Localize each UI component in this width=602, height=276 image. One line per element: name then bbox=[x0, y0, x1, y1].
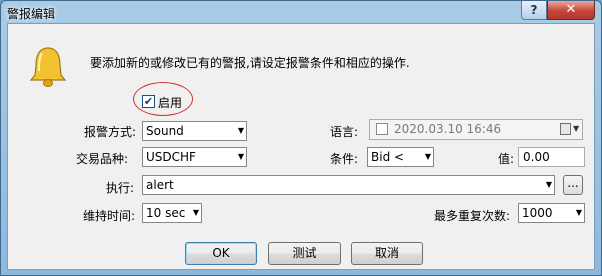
dialog-body: 要添加新的或修改已有的警报,请设定报警条件和相应的操作. ✔ 启用 报警方式: … bbox=[7, 23, 595, 270]
chevron-down-icon: ▼ bbox=[575, 208, 582, 217]
chevron-down-icon: ▼ bbox=[545, 180, 552, 189]
language-label: 语言: bbox=[330, 125, 359, 139]
symbol-select[interactable]: USDCHF ▼ bbox=[142, 147, 247, 167]
test-button[interactable]: 测试 bbox=[268, 242, 341, 265]
duration-select[interactable]: 10 sec ▼ bbox=[142, 203, 202, 223]
cancel-button[interactable]: 取消 bbox=[351, 242, 423, 265]
browse-button[interactable]: ... bbox=[563, 175, 583, 195]
bell-icon bbox=[29, 47, 67, 87]
date-time-value: 2020.03.10 16:46 bbox=[394, 122, 502, 136]
condition-label: 条件: bbox=[330, 152, 359, 166]
condition-value: Bid < bbox=[371, 150, 405, 164]
enable-label[interactable]: 启用 bbox=[158, 94, 182, 111]
chevron-down-icon: ▼ bbox=[424, 152, 431, 161]
chevron-down-icon[interactable]: ▼ bbox=[573, 120, 579, 138]
window-title: 警报编辑 bbox=[7, 7, 56, 21]
value-input[interactable]: 0.00 bbox=[518, 147, 585, 167]
execute-label: 执行: bbox=[106, 181, 135, 195]
intro-text: 要添加新的或修改已有的警报,请设定报警条件和相应的操作. bbox=[90, 56, 410, 70]
close-button[interactable]: ✕ bbox=[547, 1, 595, 20]
ok-button[interactable]: OK bbox=[185, 242, 257, 265]
alert-method-label: 报警方式: bbox=[84, 125, 137, 139]
duration-value: 10 sec bbox=[146, 206, 186, 220]
enable-checkbox[interactable]: ✔ bbox=[142, 95, 155, 108]
alert-edit-window: 警报编辑 ? ✕ 要添加新的或修改已有的警报,请设定报警条件和相应的操作. ✔ … bbox=[0, 0, 602, 276]
condition-select[interactable]: Bid < ▼ bbox=[367, 147, 434, 167]
symbol-value: USDCHF bbox=[146, 150, 196, 164]
chevron-down-icon: ▼ bbox=[237, 126, 244, 135]
alert-method-select[interactable]: Sound ▼ bbox=[142, 121, 247, 141]
max-repeats-value: 1000 bbox=[522, 206, 553, 220]
value-label: 值: bbox=[498, 152, 515, 166]
help-button[interactable]: ? bbox=[521, 1, 547, 20]
chevron-down-icon: ▼ bbox=[237, 152, 244, 161]
symbol-label: 交易品种: bbox=[76, 152, 129, 166]
execute-value: alert bbox=[146, 178, 174, 192]
chevron-down-icon: ▼ bbox=[192, 208, 199, 217]
date-time-picker[interactable]: 2020.03.10 16:46 ▼ bbox=[369, 119, 583, 140]
date-checkbox[interactable] bbox=[376, 123, 388, 135]
duration-label: 维持时间: bbox=[83, 209, 136, 223]
calendar-icon[interactable] bbox=[560, 123, 571, 135]
alert-method-value: Sound bbox=[146, 124, 184, 138]
title-bar[interactable]: 警报编辑 ? ✕ bbox=[1, 1, 601, 23]
value-text: 0.00 bbox=[523, 150, 550, 164]
max-repeats-label: 最多重复次数: bbox=[434, 209, 511, 223]
max-repeats-select[interactable]: 1000 ▼ bbox=[518, 203, 585, 223]
execute-select[interactable]: alert ▼ bbox=[142, 175, 555, 195]
